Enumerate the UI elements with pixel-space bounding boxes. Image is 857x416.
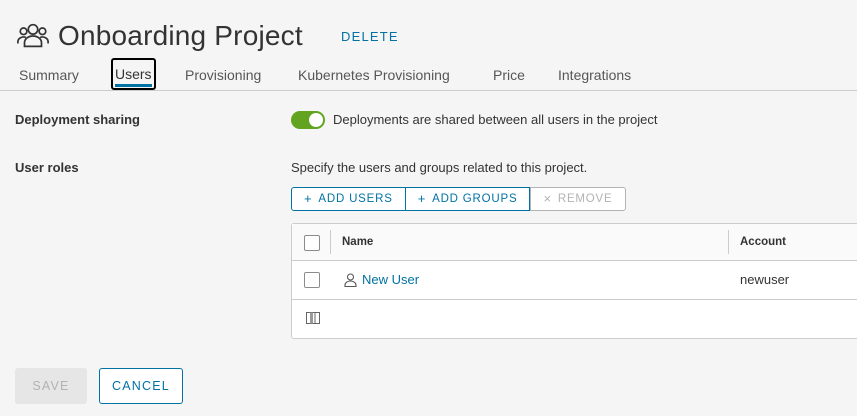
users-group-icon xyxy=(17,23,49,48)
project-tabs: Summary Users Provisioning Kubernetes Pr… xyxy=(0,58,857,91)
column-separator[interactable] xyxy=(728,230,729,254)
add-groups-button[interactable]: + ADD GROUPS xyxy=(405,187,531,211)
add-users-button[interactable]: + ADD USERS xyxy=(291,187,406,211)
user-roles-description: Specify the users and groups related to … xyxy=(291,160,588,175)
add-users-label: ADD USERS xyxy=(318,193,393,205)
datagrid-footer xyxy=(292,300,857,338)
user-icon xyxy=(344,272,357,287)
column-toggle-icon[interactable] xyxy=(306,312,320,324)
column-header-account[interactable]: Account xyxy=(740,236,786,248)
tab-integrations[interactable]: Integrations xyxy=(558,64,631,86)
user-name: New User xyxy=(362,272,420,287)
row-checkbox[interactable] xyxy=(304,272,320,288)
table-row: New User newuser xyxy=(292,261,857,300)
user-roles-label: User roles xyxy=(15,160,79,175)
save-button[interactable]: SAVE xyxy=(15,368,87,404)
toggle-knob xyxy=(309,113,323,127)
plus-icon: + xyxy=(417,191,427,206)
user-account: newuser xyxy=(740,272,790,287)
remove-button[interactable]: × REMOVE xyxy=(530,187,626,211)
cancel-button[interactable]: CANCEL xyxy=(99,368,183,404)
user-name-link[interactable]: New User xyxy=(344,272,419,287)
add-groups-label: ADD GROUPS xyxy=(432,193,518,205)
close-icon: × xyxy=(543,191,552,206)
tab-kubernetes-provisioning[interactable]: Kubernetes Provisioning xyxy=(298,64,450,86)
column-header-name[interactable]: Name xyxy=(342,236,373,248)
tab-price[interactable]: Price xyxy=(493,64,525,86)
users-datagrid: Name Account New User newuser xyxy=(291,223,857,339)
deployment-sharing-label: Deployment sharing xyxy=(15,112,140,127)
datagrid-header: Name Account xyxy=(292,224,857,261)
delete-project-button[interactable]: DELETE xyxy=(341,29,399,44)
tab-users[interactable]: Users xyxy=(111,58,156,90)
tab-summary[interactable]: Summary xyxy=(19,64,79,86)
column-separator xyxy=(330,230,331,254)
page-header: Onboarding Project xyxy=(16,16,303,56)
user-actions-button-group: + ADD USERS + ADD GROUPS × REMOVE xyxy=(291,187,626,211)
plus-icon: + xyxy=(304,191,313,206)
remove-label: REMOVE xyxy=(557,193,613,205)
deployment-sharing-toggle[interactable] xyxy=(291,111,325,129)
select-all-checkbox[interactable] xyxy=(304,235,320,251)
page-title: Onboarding Project xyxy=(58,20,303,51)
tab-provisioning[interactable]: Provisioning xyxy=(185,64,261,86)
deployment-sharing-description: Deployments are shared between all users… xyxy=(333,112,658,127)
